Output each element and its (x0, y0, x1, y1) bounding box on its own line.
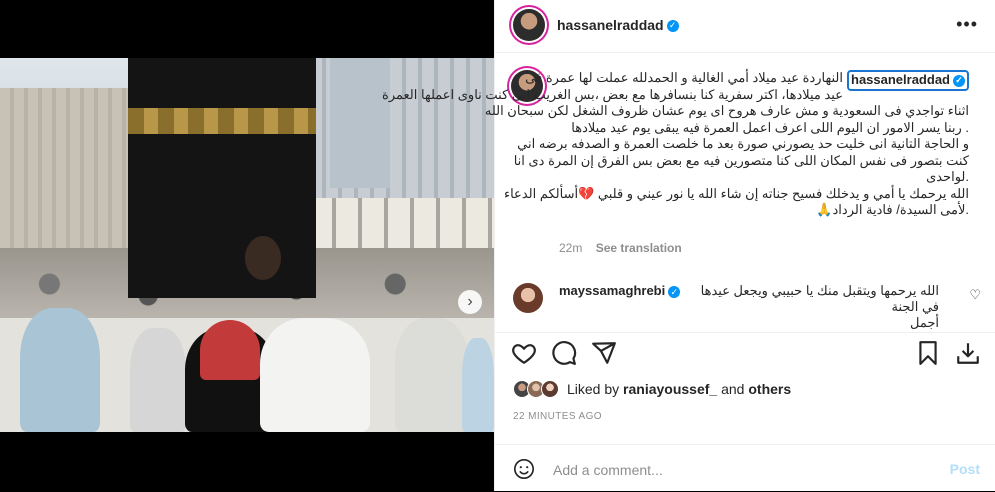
caption-text-line: كنت بتصور فى نفس المكان اللى كنا متصورين… (513, 152, 969, 168)
avatar[interactable] (513, 9, 545, 41)
post-timestamp[interactable]: 22 MINUTES AGO (513, 411, 602, 422)
caption-time: 22m (559, 241, 583, 255)
post-media: › (0, 0, 494, 491)
more-horizontal-icon[interactable]: ••• (956, 14, 978, 35)
caption-username[interactable]: hassanelraddad ✓ (847, 70, 969, 91)
caption-text-line: اثناء تواجدي فى السعودية و مش عارف هروح … (484, 103, 969, 118)
caption-text-line: الله يرحمك يا أمي و يدخلك فسيح جناته إن … (503, 185, 969, 201)
post-header: hassanelraddad ✓ ••• (495, 0, 995, 53)
see-translation-link[interactable]: See translation (596, 241, 682, 255)
liker-avatar (541, 380, 559, 398)
comment-text: الله يرحمها ويتقبل منك يا حبيبي ويجعل عي… (700, 283, 939, 314)
caption-text-line: .لأمى السيدة/ فادية الرداد🙏 (816, 202, 969, 217)
emoji-icon[interactable] (513, 458, 535, 480)
comment-input[interactable] (551, 458, 915, 482)
comment-icon[interactable] (551, 340, 577, 366)
likes-row: Liked by raniayoussef_ and others (513, 380, 791, 398)
share-icon[interactable] (591, 340, 617, 366)
post-caption: hassanelraddad ✓ النهاردة عيد ميلاد أمي ا… (382, 70, 969, 219)
post-side-panel: hassanelraddad ✓ ••• hassanelraddad ✓ النه… (382, 0, 995, 492)
comment-text-continued: أجمل (909, 315, 939, 330)
verified-badge-icon: ✓ (666, 19, 679, 32)
heart-icon[interactable] (511, 340, 537, 366)
commenter-avatar[interactable] (513, 283, 543, 313)
post-comment-button[interactable]: Post (950, 461, 980, 477)
liker-username[interactable]: raniayoussef_ (623, 381, 717, 397)
chevron-right-icon: › (467, 293, 473, 310)
action-bar (495, 332, 995, 373)
bookmark-icon[interactable] (915, 340, 941, 366)
download-icon[interactable] (955, 340, 981, 366)
carousel-next-button[interactable]: › (458, 290, 482, 314)
likes-and: and (721, 381, 745, 397)
caption-text-line: و الحاجة التانية انى خليت حد يصورني صورة… (517, 136, 969, 151)
likes-prefix: Liked by (567, 381, 620, 397)
caption-text-line: . ربنا يسر الامور ان اليوم اللى اعرف اعم… (571, 119, 969, 135)
caption-text-line: النهاردة عيد ميلاد أمي الغالية و الحمدلل… (525, 70, 843, 85)
post-photo[interactable]: › (0, 58, 494, 432)
verified-badge-icon: ✓ (953, 74, 965, 87)
commenter-username[interactable]: mayssamaghrebi (559, 283, 665, 298)
caption-text-line: .لواحدى (926, 169, 969, 184)
comment-item: mayssamaghrebi ✓ الله يرحمها ويتقبل منك ي… (559, 283, 939, 331)
likes-summary: Liked by raniayoussef_ and others (567, 381, 791, 397)
caption-meta: 22m See translation (559, 241, 682, 255)
comment-like-heart-icon[interactable]: ♡ (969, 287, 981, 303)
add-comment-bar: Post (495, 444, 995, 492)
post-author-username[interactable]: hassanelraddad (557, 17, 664, 33)
verified-badge-icon: ✓ (668, 285, 681, 298)
likes-others-link[interactable]: others (748, 381, 791, 397)
